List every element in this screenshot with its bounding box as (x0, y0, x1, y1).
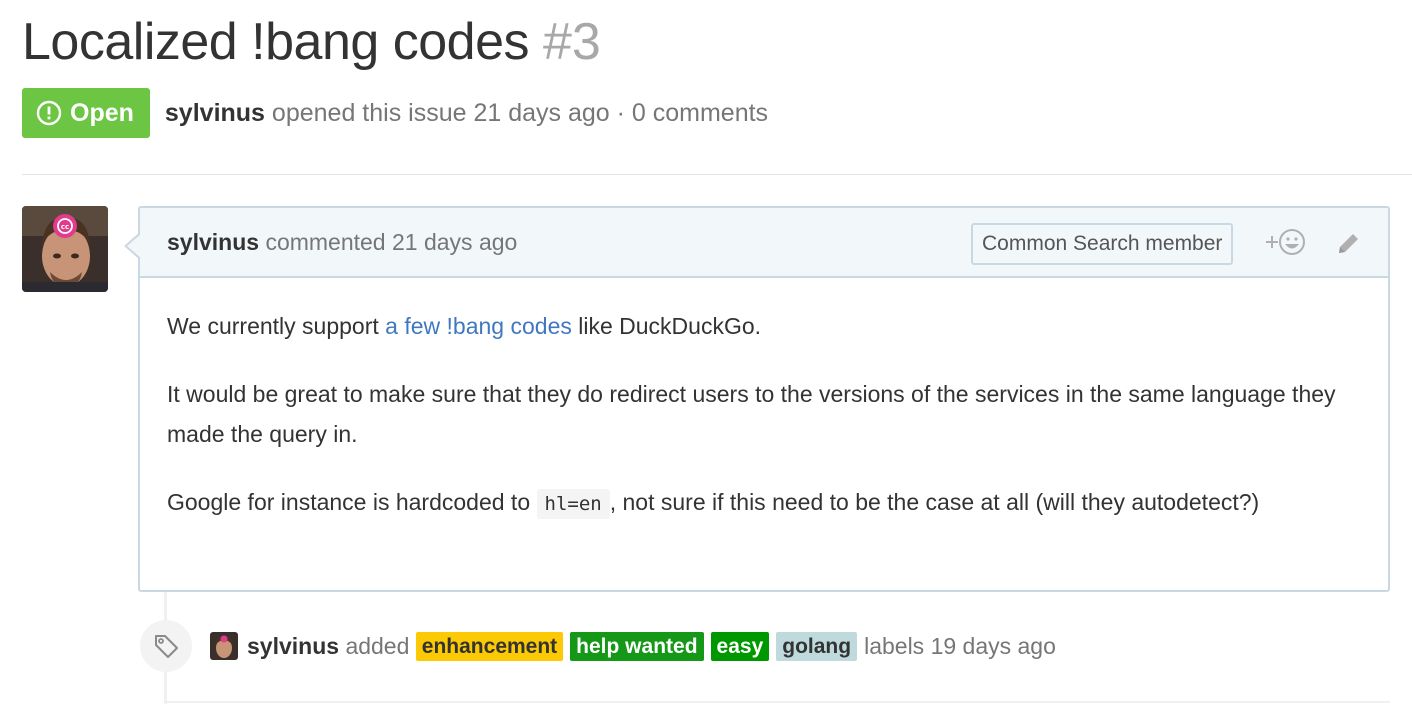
comment-paragraph: It would be great to make sure that they… (167, 381, 1336, 447)
issue-author-link[interactable]: sylvinus (165, 99, 265, 127)
comment: sylvinus commented 21 days ago Common Se… (124, 206, 1390, 592)
comment-author-link[interactable]: sylvinus (167, 229, 259, 255)
label-help-wanted[interactable]: help wanted (570, 631, 704, 661)
smiley-icon[interactable] (1264, 227, 1306, 257)
event-timestamp[interactable]: labels 19 days ago (864, 633, 1056, 660)
label-event: sylvinus added enhancement help wanted e… (140, 618, 1056, 674)
inline-code: hl=en (536, 489, 610, 519)
comment-paragraph: Google for instance is hardcoded to hl=e… (167, 482, 1361, 524)
issue-title-row: Localized !bang codes #3 (22, 12, 601, 72)
issue-opened-icon (36, 100, 62, 126)
event-author-link[interactable]: sylvinus (247, 633, 339, 660)
tag-badge (140, 620, 192, 672)
event-action: added (345, 632, 410, 659)
svg-text:cc: cc (61, 223, 69, 231)
comment-header: sylvinus commented 21 days ago Common Se… (140, 208, 1388, 278)
avatar[interactable]: cc (22, 206, 108, 292)
comment-timestamp[interactable]: commented 21 days ago (265, 229, 517, 255)
issue-number: #3 (543, 13, 601, 71)
comment-paragraph: We currently support a few !bang codes l… (167, 313, 762, 339)
tag-icon (155, 635, 178, 658)
issue-meta: Open sylvinus opened this issue 21 days … (22, 88, 768, 138)
comment-body: We currently support a few !bang codes l… (140, 278, 1388, 524)
timeline-divider (166, 701, 1390, 703)
label-easy[interactable]: easy (710, 631, 770, 661)
avatar[interactable] (210, 632, 238, 660)
bang-codes-link[interactable]: a few !bang codes (385, 313, 572, 339)
label-enhancement[interactable]: enhancement (415, 631, 564, 661)
issue-meta-text: opened this issue 21 days ago · 0 commen… (271, 98, 769, 127)
pencil-icon[interactable] (1334, 230, 1362, 258)
label-golang[interactable]: golang (776, 631, 858, 661)
member-badge: Common Search member (971, 223, 1234, 265)
state-badge: Open (22, 88, 150, 138)
state-label: Open (70, 98, 134, 127)
header-divider (22, 174, 1412, 175)
issue-title: Localized !bang codes (22, 13, 530, 71)
